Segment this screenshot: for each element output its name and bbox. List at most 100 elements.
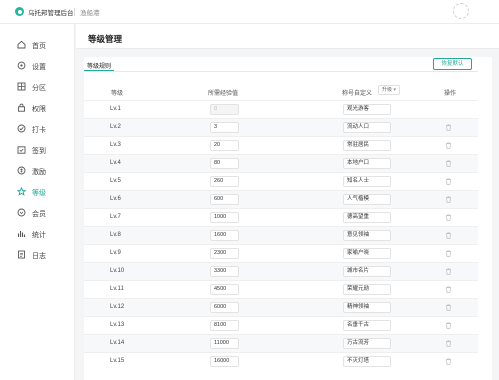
exp-input[interactable]: 3300 [210, 266, 239, 277]
settings-icon [17, 61, 26, 70]
title-name-input[interactable]: 人气楷模 [343, 194, 391, 205]
user-avatar[interactable] [453, 3, 469, 19]
coin-icon [17, 166, 26, 175]
delete-icon[interactable] [445, 214, 452, 221]
exp-input[interactable]: 2300 [210, 248, 239, 259]
app-title: 乌托邦管理后台 [28, 10, 74, 17]
delete-icon[interactable] [445, 268, 452, 275]
delete-icon[interactable] [445, 142, 452, 149]
delete-icon[interactable] [445, 358, 452, 365]
sidebar-item-label: 激励 [32, 169, 46, 176]
table-row: Lv.15 16000 不灭灯塔 [84, 352, 478, 370]
column-header-action: 操作 [444, 91, 457, 97]
title-name-input[interactable]: 常驻居民 [343, 140, 391, 151]
home-icon [17, 40, 26, 49]
title-name-input[interactable]: 流动人口 [343, 122, 391, 133]
sidebar-item-9[interactable]: 统计 [0, 224, 75, 244]
level-panel: 等级规则 恢复默认 等级 所需经验值 称号自定义 升级 ▼ 操作 Lv.1 0 观光… [84, 57, 492, 380]
level-cell: Lv.15 [110, 358, 125, 364]
title-name-input[interactable]: 名垂千古 [343, 320, 391, 331]
table-row: Lv.11 4500 荣耀元勋 [84, 280, 478, 298]
sidebar-item-label: 会员 [32, 211, 46, 218]
sidebar-item-label: 设置 [32, 64, 46, 71]
sidebar-item-label: 分区 [32, 85, 46, 92]
level-cell: Lv.10 [110, 268, 125, 274]
exp-input[interactable]: 3 [210, 122, 239, 133]
sidebar-item-3[interactable]: 权限 [0, 98, 75, 118]
check-circle-icon [17, 124, 26, 133]
sidebar-item-6[interactable]: 激励 [0, 161, 75, 181]
title-name-input[interactable]: 知名人士 [343, 176, 391, 187]
exp-input[interactable]: 6000 [210, 302, 239, 313]
star-icon [17, 187, 26, 196]
tab-divider [84, 71, 478, 72]
sidebar-item-7[interactable]: 等级 [0, 182, 75, 202]
exp-input[interactable]: 1000 [210, 212, 239, 223]
topbar-divider [74, 8, 75, 16]
exp-input[interactable]: 11000 [210, 338, 239, 349]
sidebar-item-8[interactable]: 会员 [0, 203, 75, 223]
document-icon [17, 250, 26, 259]
title-name-input[interactable]: 荣耀元勋 [343, 284, 391, 295]
sidebar-item-label: 权限 [32, 106, 46, 113]
title-name-input[interactable]: 家喻户晓 [343, 248, 391, 259]
sidebar-item-0[interactable]: 首页 [0, 35, 75, 55]
table-row: Lv.5 260 知名人士 [84, 172, 478, 190]
restore-default-button[interactable]: 恢复默认 [433, 58, 472, 70]
delete-icon[interactable] [445, 340, 452, 347]
title-name-input[interactable]: 精神领袖 [343, 302, 391, 313]
delete-icon[interactable] [445, 196, 452, 203]
chevron-down-icon: ▼ [392, 87, 397, 92]
exp-input[interactable]: 4500 [210, 284, 239, 295]
column-header-name: 称号自定义 [342, 91, 373, 97]
exp-input[interactable]: 20 [210, 140, 239, 151]
sidebar-item-label: 首页 [32, 43, 46, 50]
member-icon [17, 208, 26, 217]
exp-input[interactable]: 8100 [210, 320, 239, 331]
exp-input[interactable]: 16000 [210, 356, 239, 367]
exp-input[interactable]: 260 [210, 176, 239, 187]
delete-icon[interactable] [445, 322, 452, 329]
sidebar-item-4[interactable]: 打卡 [0, 119, 75, 139]
sidebar-item-label: 统计 [32, 232, 46, 239]
title-name-input[interactable]: 万古流芳 [343, 338, 391, 349]
tab-level-rules[interactable]: 等级规则 [84, 57, 115, 71]
page-header: 等级管理 [76, 24, 499, 49]
table-row: Lv.6 600 人气楷模 [84, 190, 478, 208]
sidebar-item-5[interactable]: 签到 [0, 140, 75, 160]
sidebar-item-10[interactable]: 日志 [0, 245, 75, 265]
title-name-input[interactable]: 德高望重 [343, 212, 391, 223]
table-row: Lv.12 6000 精神领袖 [84, 298, 478, 316]
level-cell: Lv.6 [110, 196, 121, 202]
current-user-name[interactable]: 渔船港 [80, 7, 100, 17]
exp-input[interactable]: 80 [210, 158, 239, 169]
delete-icon[interactable] [445, 232, 452, 239]
delete-icon[interactable] [445, 178, 452, 185]
delete-icon[interactable] [445, 124, 452, 131]
level-cell: Lv.12 [110, 304, 125, 310]
app-logo-icon [15, 7, 24, 16]
delete-icon[interactable] [445, 160, 452, 167]
sidebar-item-label: 打卡 [32, 127, 46, 134]
title-name-input[interactable]: 本地户口 [343, 158, 391, 169]
table-row: Lv.1 0 观光游客 [84, 100, 478, 118]
level-cell: Lv.9 [110, 250, 121, 256]
table-row: Lv.4 80 本地户口 [84, 154, 478, 172]
sidebar-item-label: 日志 [32, 253, 46, 260]
title-name-input[interactable]: 城市名片 [343, 266, 391, 277]
delete-icon[interactable] [445, 250, 452, 257]
sidebar-item-2[interactable]: 分区 [0, 77, 75, 97]
level-cell: Lv.5 [110, 178, 121, 184]
exp-input[interactable]: 1600 [210, 230, 239, 241]
level-cell: Lv.1 [110, 106, 121, 112]
level-cell: Lv.2 [110, 124, 121, 130]
level-cell: Lv.11 [110, 286, 124, 292]
title-name-input[interactable]: 意见领袖 [343, 230, 391, 241]
sort-select[interactable]: 升级 ▼ [378, 85, 400, 95]
delete-icon[interactable] [445, 304, 452, 311]
title-name-input[interactable]: 观光游客 [343, 104, 391, 115]
sidebar-item-1[interactable]: 设置 [0, 56, 75, 76]
title-name-input[interactable]: 不灭灯塔 [343, 356, 391, 367]
exp-input[interactable]: 600 [210, 194, 239, 205]
delete-icon[interactable] [445, 286, 452, 293]
